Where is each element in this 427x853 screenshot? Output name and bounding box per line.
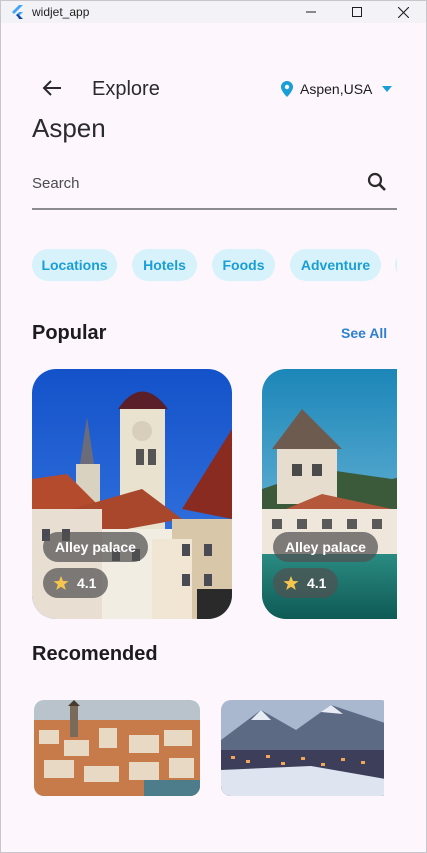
search-input[interactable] xyxy=(32,170,352,196)
star-icon xyxy=(283,576,299,590)
page-title: Explore xyxy=(92,78,160,100)
rating-value: 4.1 xyxy=(77,575,97,591)
search-icon[interactable] xyxy=(366,171,388,193)
dropdown-arrow-icon xyxy=(382,86,393,92)
recommended-section-title: Recomended xyxy=(32,643,158,665)
place-name-badge: Alley palace xyxy=(273,532,378,562)
chip-foods[interactable]: Foods xyxy=(212,249,275,281)
popular-section-title: Popular xyxy=(32,322,107,344)
rating-badge: 4.1 xyxy=(43,568,108,598)
recommended-card[interactable] xyxy=(221,700,384,796)
close-icon xyxy=(397,6,409,18)
chip-more[interactable] xyxy=(395,249,397,281)
star-icon xyxy=(53,576,69,590)
recommended-carousel[interactable] xyxy=(34,700,384,796)
popular-card[interactable]: Alley palace 4.1 xyxy=(32,369,232,619)
chip-locations[interactable]: Locations xyxy=(32,249,117,281)
location-selector[interactable]: Aspen,USA xyxy=(281,79,393,99)
back-button[interactable] xyxy=(37,75,67,101)
search-field[interactable] xyxy=(32,164,397,210)
recommended-card[interactable] xyxy=(34,700,200,796)
app-window: widjet_app Explore Aspen,USA Aspen Searc… xyxy=(0,0,427,853)
close-button[interactable] xyxy=(381,1,425,23)
city-title: Aspen xyxy=(32,113,106,143)
rating-badge: 4.1 xyxy=(273,568,338,598)
chip-adventure[interactable]: Adventure xyxy=(290,249,381,281)
popular-carousel[interactable]: Alley palace 4.1 Alley palace 4.1 xyxy=(32,369,397,619)
location-pin-icon xyxy=(281,81,293,97)
popular-card[interactable]: Alley palace 4.1 xyxy=(262,369,397,619)
maximize-button[interactable] xyxy=(335,1,379,23)
window-title: widjet_app xyxy=(32,5,90,19)
flutter-logo-icon xyxy=(12,5,23,19)
see-all-link[interactable]: See All xyxy=(341,325,387,341)
old-town-aerial-image xyxy=(34,700,200,796)
location-label: Aspen,USA xyxy=(300,81,373,97)
minimize-icon xyxy=(306,11,316,13)
category-chips: Locations Hotels Foods Adventure xyxy=(32,249,397,281)
minimize-button[interactable] xyxy=(289,1,333,23)
chip-hotels[interactable]: Hotels xyxy=(132,249,197,281)
snowy-town-image xyxy=(221,700,384,796)
title-bar[interactable]: widjet_app xyxy=(1,1,426,23)
rating-value: 4.1 xyxy=(307,575,327,591)
place-name-badge: Alley palace xyxy=(43,532,148,562)
arrow-back-icon xyxy=(42,80,61,96)
maximize-icon xyxy=(352,7,362,17)
